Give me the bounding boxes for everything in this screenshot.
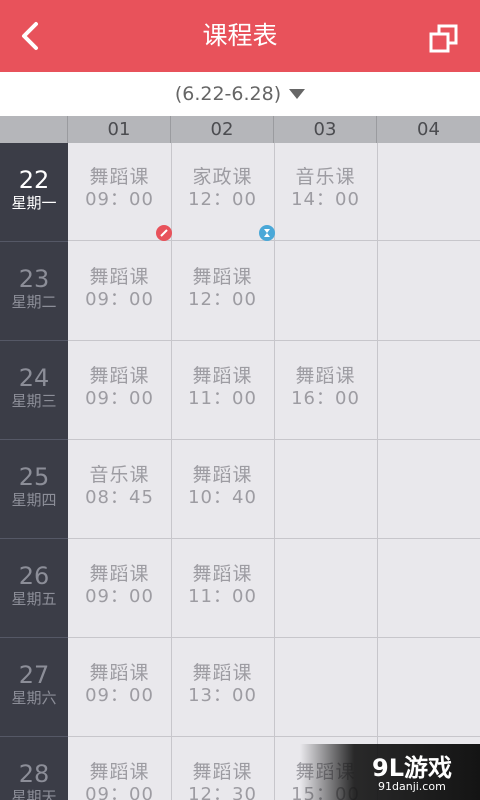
day-28[interactable]: 28 星期天 — [0, 737, 68, 800]
day-weekday: 星期三 — [11, 392, 57, 410]
course-name: 舞蹈课 — [89, 365, 150, 387]
course-cell[interactable]: 家政课 12：00 — [171, 165, 274, 211]
hourglass-icon — [259, 225, 275, 241]
watermark-brand: 9L游戏 — [372, 754, 452, 782]
day-weekday: 星期天 — [11, 788, 57, 800]
course-cell[interactable]: 音乐课 08：45 — [68, 463, 171, 509]
day-weekday: 星期六 — [11, 689, 57, 707]
course-time: 09：00 — [85, 685, 154, 706]
week-range: (6.22-6.28) — [174, 83, 282, 105]
day-number: 22 — [18, 166, 50, 194]
course-cell[interactable]: 舞蹈课 09：00 — [68, 760, 171, 800]
course-name: 音乐课 — [89, 464, 150, 486]
pencil-icon — [156, 225, 172, 241]
copy-icon — [429, 24, 458, 53]
course-name: 舞蹈课 — [192, 266, 253, 288]
back-button[interactable] — [12, 18, 48, 54]
week-selector[interactable]: (6.22-6.28) — [0, 72, 480, 116]
course-name: 舞蹈课 — [192, 662, 253, 684]
course-name: 舞蹈课 — [89, 266, 150, 288]
course-cell[interactable]: 舞蹈课 09：00 — [68, 265, 171, 311]
switch-view-button[interactable] — [424, 18, 464, 58]
course-time: 09：00 — [85, 388, 154, 409]
grid-divider — [68, 340, 480, 341]
course-cell[interactable]: 舞蹈课 11：00 — [171, 364, 274, 410]
grid-divider — [274, 143, 275, 800]
day-sidebar: 22 星期一 23 星期二 24 星期三 25 星期四 26 星期五 27 星期… — [0, 143, 68, 800]
course-time: 11：00 — [188, 388, 257, 409]
day-24[interactable]: 24 星期三 — [0, 341, 68, 440]
course-name: 舞蹈课 — [89, 563, 150, 585]
course-time: 13：00 — [188, 685, 257, 706]
column-header-02: 02 — [171, 116, 274, 143]
day-number: 28 — [18, 760, 50, 788]
column-header: 01 02 03 04 — [0, 116, 480, 143]
day-26[interactable]: 26 星期五 — [0, 539, 68, 638]
day-number: 27 — [18, 661, 50, 689]
course-name: 舞蹈课 — [89, 662, 150, 684]
course-cell[interactable]: 舞蹈课 09：00 — [68, 165, 171, 211]
course-name: 家政课 — [192, 166, 253, 188]
course-cell[interactable]: 舞蹈课 12：30 — [171, 760, 274, 800]
course-name: 舞蹈课 — [295, 365, 356, 387]
course-time: 08：45 — [85, 487, 154, 508]
day-weekday: 星期二 — [11, 293, 57, 311]
course-time: 14：00 — [291, 189, 360, 210]
column-header-04: 04 — [417, 119, 440, 140]
day-23[interactable]: 23 星期二 — [0, 242, 68, 341]
app-root: 课程表 (6.22-6.28) 01 02 03 04 22 星期一 23 星期… — [0, 0, 480, 800]
grid-divider — [68, 439, 480, 440]
course-cell[interactable]: 舞蹈课 10：40 — [171, 463, 274, 509]
course-cell[interactable]: 舞蹈课 16：00 — [274, 364, 377, 410]
day-number: 24 — [18, 364, 50, 392]
day-weekday: 星期四 — [11, 491, 57, 509]
day-25[interactable]: 25 星期四 — [0, 440, 68, 539]
schedule-grid: 舞蹈课 09：00 家政课 12：00 音乐课 14：00 舞蹈课 09：00 … — [68, 143, 480, 800]
day-27[interactable]: 27 星期六 — [0, 638, 68, 737]
course-name: 舞蹈课 — [192, 365, 253, 387]
watermark-url: 91danji.com — [378, 780, 446, 793]
course-cell[interactable]: 舞蹈课 09：00 — [68, 562, 171, 608]
course-name: 舞蹈课 — [192, 563, 253, 585]
grid-divider — [377, 143, 378, 800]
course-cell[interactable]: 舞蹈课 12：00 — [171, 265, 274, 311]
course-time: 09：00 — [85, 189, 154, 210]
course-cell[interactable]: 舞蹈课 11：00 — [171, 562, 274, 608]
course-name: 舞蹈课 — [89, 761, 150, 783]
day-number: 23 — [18, 265, 50, 293]
header-bar: 课程表 — [0, 0, 480, 72]
course-time: 11：00 — [188, 586, 257, 607]
grid-divider — [68, 637, 480, 638]
course-time: 10：40 — [188, 487, 257, 508]
column-header-corner — [0, 116, 68, 143]
column-header-01: 01 — [68, 116, 171, 143]
course-time: 09：00 — [85, 784, 154, 800]
day-22[interactable]: 22 星期一 — [0, 143, 68, 242]
column-header-03: 03 — [274, 116, 377, 143]
page-title: 课程表 — [202, 21, 278, 50]
course-time: 09：00 — [85, 586, 154, 607]
course-name: 音乐课 — [295, 166, 356, 188]
day-number: 26 — [18, 562, 50, 590]
course-name: 舞蹈课 — [192, 761, 253, 783]
course-cell[interactable]: 舞蹈课 13：00 — [171, 661, 274, 707]
week-selector-bar: (6.22-6.28) — [0, 72, 480, 116]
course-time: 16：00 — [291, 388, 360, 409]
course-name: 舞蹈课 — [89, 166, 150, 188]
day-number: 25 — [18, 463, 50, 491]
grid-divider — [68, 538, 480, 539]
triangle-down-icon — [289, 89, 306, 99]
course-time: 09：00 — [85, 289, 154, 310]
day-weekday: 星期五 — [11, 590, 57, 608]
course-cell[interactable]: 舞蹈课 09：00 — [68, 364, 171, 410]
course-time: 12：30 — [188, 784, 257, 800]
course-time: 12：00 — [188, 289, 257, 310]
grid-divider — [68, 736, 480, 737]
course-time: 12：00 — [188, 189, 257, 210]
course-cell[interactable]: 音乐课 14：00 — [274, 165, 377, 211]
course-name: 舞蹈课 — [192, 464, 253, 486]
course-cell[interactable]: 舞蹈课 09：00 — [68, 661, 171, 707]
chevron-left-icon — [22, 22, 38, 50]
day-weekday: 星期一 — [11, 194, 57, 212]
